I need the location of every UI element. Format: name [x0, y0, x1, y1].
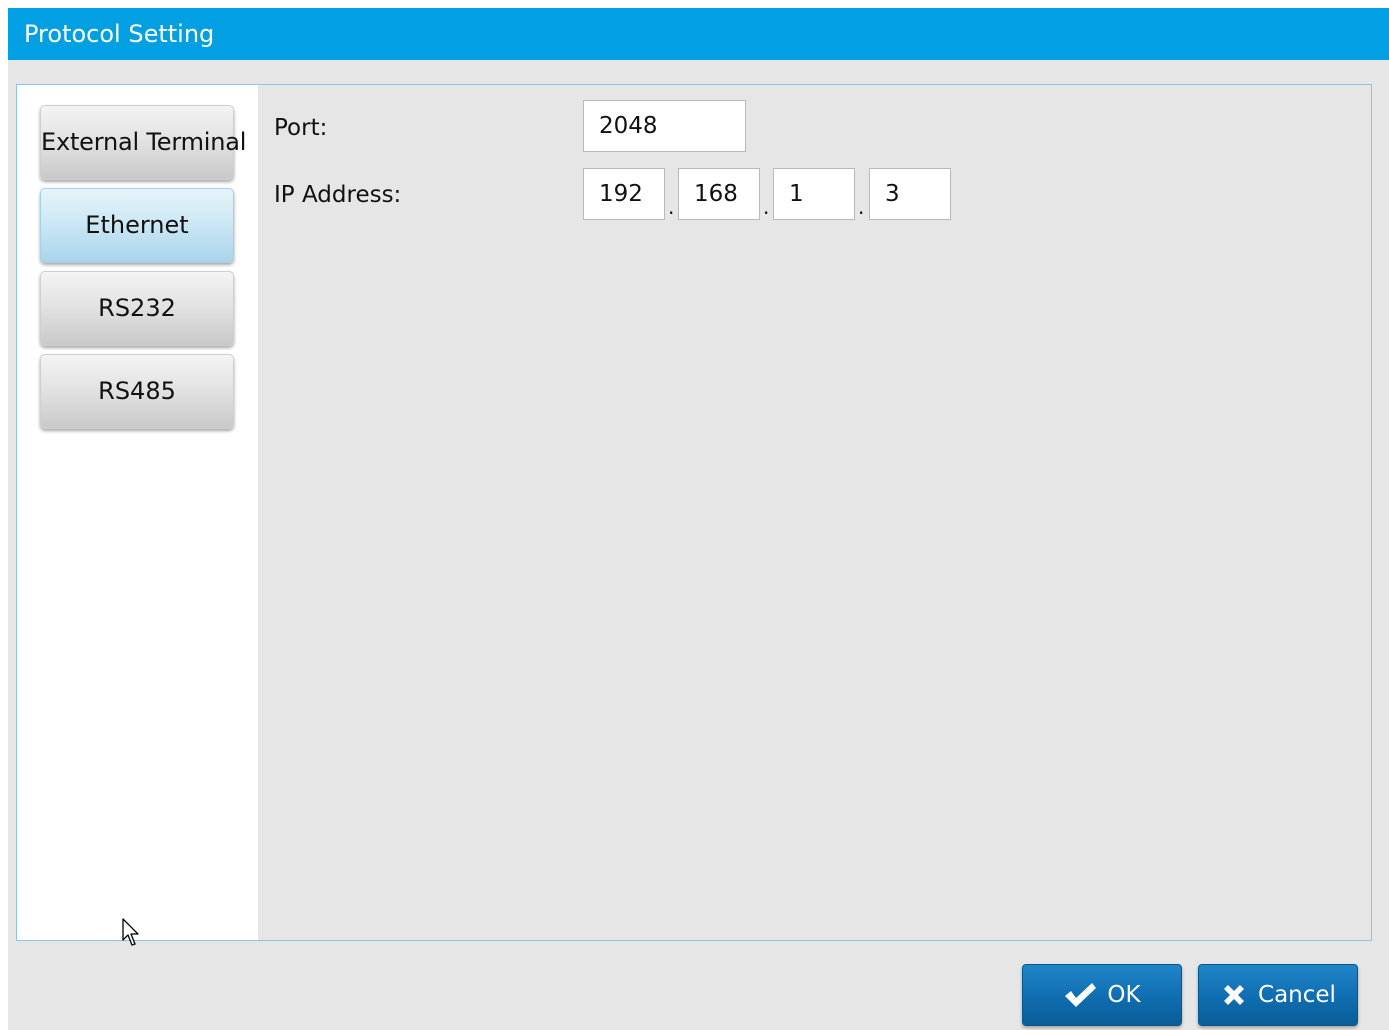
ip-separator: . [668, 195, 675, 219]
ip-separator: . [858, 195, 865, 219]
ok-button[interactable]: OK [1022, 964, 1182, 1026]
ok-label: OK [1107, 982, 1141, 1008]
settings-panel: External Terminal Ethernet RS232 RS485 P… [16, 84, 1372, 946]
protocol-setting-dialog: Protocol Setting External Terminal Ether… [8, 8, 1389, 1030]
cancel-label: Cancel [1258, 982, 1336, 1008]
port-input[interactable] [583, 100, 746, 152]
ip-address-label: IP Address: [274, 182, 402, 208]
protocol-sidebar: External Terminal Ethernet RS232 RS485 [17, 85, 258, 946]
ip-octet-3-input[interactable] [773, 168, 855, 220]
x-icon [1224, 985, 1245, 1005]
ip-octet-2-input[interactable] [678, 168, 760, 220]
sidebar-item-ethernet[interactable]: Ethernet [40, 188, 234, 263]
ip-octet-1-input[interactable] [583, 168, 665, 220]
sidebar-item-rs485[interactable]: RS485 [40, 354, 234, 429]
cancel-button[interactable]: Cancel [1198, 964, 1358, 1026]
sidebar-item-external-terminal[interactable]: External Terminal [40, 105, 246, 180]
mouse-pointer-icon [122, 918, 139, 946]
checkmark-icon [1065, 983, 1097, 1007]
sidebar-item-rs232[interactable]: RS232 [40, 271, 234, 346]
ip-separator: . [763, 195, 770, 219]
window-title: Protocol Setting [8, 8, 1389, 60]
ip-octet-4-input[interactable] [869, 168, 951, 220]
port-label: Port: [274, 115, 328, 141]
